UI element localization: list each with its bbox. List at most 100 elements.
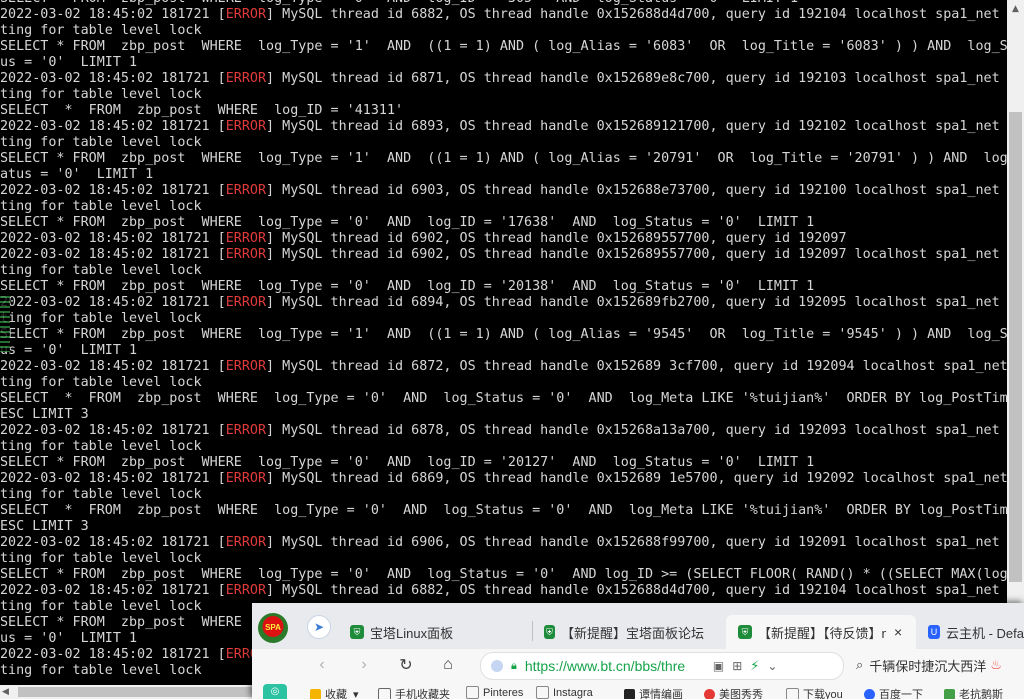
log-text: ting for table level lock (0, 135, 202, 150)
log-text: ] MySQL thread id 6872, OS thread handle… (266, 359, 1007, 374)
log-text: SELECT * FROM zbp_post WHERE log_Type = … (0, 279, 815, 294)
log-line: ting for table level lock (0, 487, 1007, 503)
navigation-bar: ‹ › ↻ ⌂ 🔒︎ https://www.bt.cn/bbs/thre ▣ … (252, 649, 1024, 681)
site-icon (624, 688, 635, 699)
bookmark-label: 美图秀秀 (719, 689, 763, 699)
log-line: SELECT * FROM zbp_post WHERE log_Type = … (0, 455, 1007, 471)
log-line: SELECT * FROM zbp_post WHERE log_Type = … (0, 215, 1007, 231)
star-icon (310, 688, 321, 699)
error-tag: ERROR (225, 247, 267, 262)
log-text: 2022-03-02 18:45:02 181721 [ (0, 183, 226, 198)
search-suggestion[interactable]: 千辆保时捷沉大西洋 (869, 656, 986, 675)
log-line: 2022-03-02 18:45:02 181721 [ERROR] MySQL… (0, 231, 1007, 247)
lock-icon: 🔒︎ (511, 659, 517, 672)
log-line: SELECT * FROM zbp_post WHERE log_Type = … (0, 567, 1007, 583)
bookmark-meitu[interactable]: 美图秀秀 (704, 686, 763, 699)
bookmark-download[interactable]: 下载you (786, 686, 843, 699)
side-widget-button[interactable]: ◎ (263, 684, 287, 699)
forward-icon[interactable]: › (354, 655, 374, 675)
log-line: 2022-03-02 18:45:02 181721 [ERROR] MySQL… (0, 423, 1007, 439)
log-line: atus = '0' LIMIT 1 (0, 167, 1007, 183)
tab-close-icon[interactable]: × (894, 624, 902, 640)
bookmark-4[interactable]: 谭情编画 (624, 686, 683, 699)
reader-mode-icon[interactable]: ▣ (713, 659, 724, 673)
log-text: 2022-03-02 18:45:02 181721 [ (0, 471, 226, 486)
log-text: ting for table level lock (0, 375, 202, 390)
home-icon[interactable]: ⌂ (438, 655, 458, 675)
bookmark-label: Pinteres (483, 686, 524, 699)
log-line: SELECT * FROM zbp_post WHERE log_Type = … (0, 39, 1007, 55)
log-line: SELECT * FROM zbp_post WHERE log_Type = … (0, 279, 1007, 295)
bookmark-mobile[interactable]: 手机收藏夹 (378, 686, 450, 699)
log-text: 2022-03-02 18:45:02 181721 [ (0, 359, 226, 374)
lightning-icon[interactable]: ⚡︎ (750, 658, 759, 674)
log-line: SELECT * FROM zbp_post WHERE log_ID = '4… (0, 103, 1007, 119)
vertical-scrollbar[interactable]: ▲ (1007, 0, 1024, 685)
log-line: ting for table level lock (0, 375, 1007, 391)
reload-icon[interactable]: ↻ (396, 655, 416, 675)
site-icon (944, 688, 955, 699)
bookmark-label: 收藏 (325, 689, 347, 699)
log-text: SELECT * FROM zbp_post WHERE log_Type = … (0, 503, 1007, 518)
bookmark-label: 老抗鹅斯 (959, 689, 1003, 699)
bookmark-label: Instagra (553, 686, 593, 699)
address-text[interactable]: https://www.bt.cn/bbs/thre (525, 658, 705, 674)
horizontal-scroll-thumb[interactable] (18, 687, 258, 697)
hot-flame-icon: ♨ (990, 657, 1002, 672)
tab-label: 【新提醒】【待反馈】m (758, 625, 886, 641)
log-line: ESC LIMIT 3 (0, 519, 1007, 535)
scroll-left-icon[interactable]: ◀ (2, 685, 9, 699)
meitu-icon (704, 688, 715, 699)
log-text: SELECT * FROM zbp_post WHERE log_Type = … (0, 151, 1007, 166)
error-tag: ERROR (225, 231, 267, 246)
bookmark-9[interactable]: 老抗鹅斯 (944, 686, 1003, 699)
log-text: 2022-03-02 18:45:02 181721 [ (0, 423, 226, 438)
log-text: ting for table level lock (0, 311, 202, 326)
log-line: 2022-03-02 18:45:02 181721 [ERROR] MySQL… (0, 7, 1007, 23)
log-line: SELECT * FROM zbp_post WHERE log_Type = … (0, 391, 1007, 407)
log-line: ting for table level lock (0, 23, 1007, 39)
grid-icon[interactable]: ⊞ (732, 659, 742, 673)
tab-bt-forum[interactable]: ⛨ 【新提醒】宝塔面板论坛 (544, 615, 704, 649)
bookmark-instagram[interactable]: Instagra (536, 686, 593, 699)
log-text: ] MySQL thread id 6869, OS thread handle… (266, 471, 1007, 486)
bookmark-baidu[interactable]: 百度一下 (864, 686, 923, 699)
navigation-compass-icon[interactable]: ➤ (307, 615, 331, 639)
log-text: SELECT * FROM zbp_post WHERE log_Type = … (0, 455, 815, 470)
log-text: SELECT * FROM zbp_post WHERE log_Type = … (0, 391, 1007, 406)
log-text: ] MySQL thread id 6871, OS thread handle… (266, 71, 1007, 86)
security-shield-icon (491, 660, 503, 672)
search-box[interactable]: ⌕ 千辆保时捷沉大西洋 ♨ (856, 652, 1024, 678)
address-bar[interactable]: 🔒︎ https://www.bt.cn/bbs/thre ▣ ⊞ ⚡︎ ⌄ (480, 652, 844, 680)
bookmark-favorites[interactable]: 收藏 ▾ (310, 686, 359, 699)
tab-bt-linux-panel[interactable]: ⛨ 宝塔Linux面板 (350, 615, 520, 649)
tab-cloud-host[interactable]: U 云主机 - Defa (928, 615, 1024, 649)
scroll-up-icon[interactable]: ▲ (1007, 0, 1024, 17)
log-text: ting for table level lock (0, 551, 202, 566)
tab-separator (532, 621, 533, 641)
error-tag: ERROR (225, 359, 267, 374)
back-icon[interactable]: ‹ (312, 655, 332, 675)
log-line: ting for table level lock (0, 87, 1007, 103)
log-text: ] MySQL thread id 6893, OS thread handle… (266, 119, 1007, 134)
vertical-scroll-thumb[interactable] (1009, 112, 1022, 582)
log-text: 2022-03-02 18:45:02 181721 [ (0, 535, 226, 550)
bookmarks-bar: 收藏 ▾ 手机收藏夹 Pinteres Instagra 谭情编画 美图秀秀 下载… (252, 681, 1024, 699)
log-line: 2022-03-02 18:45:02 181721 [ERROR] MySQL… (0, 183, 1007, 199)
log-text: ] MySQL thread id 6902, OS thread handle… (266, 247, 1007, 262)
bookmark-pinterest[interactable]: Pinteres (466, 686, 523, 699)
browser-window: SPA ➤ ⛨ 宝塔Linux面板 ⛨ 【新提醒】宝塔面板论坛 ⛨ 【新提醒】【… (252, 603, 1024, 699)
bookmark-label: 下载you (803, 689, 843, 699)
log-text: 2022-03-02 18:45:02 181721 [ (0, 295, 226, 310)
chevron-down-icon[interactable]: ⌄ (767, 659, 777, 673)
log-text: ] MySQL thread id 6878, OS thread handle… (266, 423, 1007, 438)
site-logo: SPA (258, 613, 288, 643)
error-tag: ERROR (225, 535, 267, 550)
error-tag: ERROR (225, 119, 267, 134)
u-brand-icon: U (928, 625, 940, 639)
tab-active-thread[interactable]: ⛨ 【新提醒】【待反馈】m × (726, 615, 916, 649)
terminal-output[interactable]: SELECT * FROM zbp_post WHERE log_Type = … (0, 0, 1007, 685)
log-text: ting for table level lock (0, 23, 202, 38)
tab-strip: SPA ➤ ⛨ 宝塔Linux面板 ⛨ 【新提醒】宝塔面板论坛 ⛨ 【新提醒】【… (252, 603, 1024, 649)
chevron-down-icon: ▾ (353, 688, 359, 699)
